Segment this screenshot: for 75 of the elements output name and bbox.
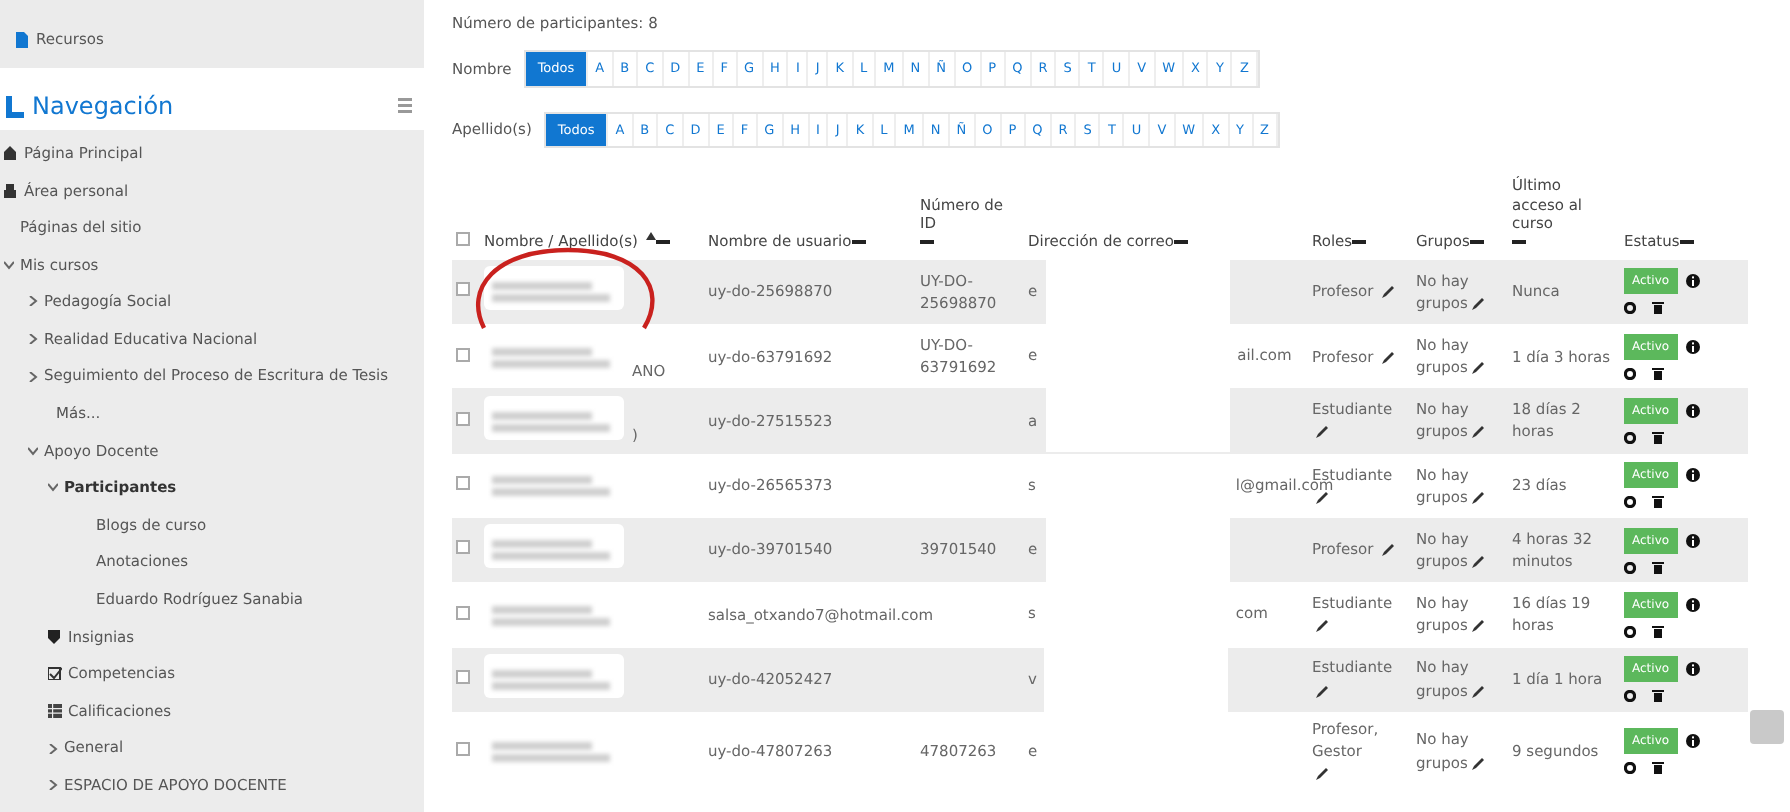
redaction-block — [484, 266, 624, 311]
chevron-icon[interactable] — [28, 445, 38, 456]
grid-icon — [48, 703, 62, 718]
info-icon[interactable] — [1685, 734, 1700, 749]
pencil-icon[interactable] — [1316, 426, 1328, 439]
trash-icon[interactable] — [1652, 690, 1664, 703]
collapse-icon[interactable] — [1469, 240, 1484, 245]
pencil-icon[interactable] — [1381, 286, 1394, 299]
pencil-icon[interactable] — [1471, 685, 1484, 698]
checkbox[interactable] — [456, 282, 470, 297]
info-icon[interactable] — [1685, 533, 1700, 548]
trash-icon[interactable] — [1652, 367, 1664, 380]
navigation-icon — [6, 95, 24, 118]
chevron-icon[interactable] — [28, 296, 38, 307]
trash-icon[interactable] — [1652, 625, 1664, 638]
checkbox[interactable] — [456, 605, 470, 620]
chevron-icon[interactable] — [28, 371, 38, 382]
trash-icon[interactable] — [1652, 431, 1664, 444]
pencil-icon[interactable] — [1316, 768, 1328, 781]
collapse-icon[interactable] — [851, 240, 866, 245]
pencil-icon[interactable] — [1381, 351, 1394, 363]
pencil-icon[interactable] — [1471, 620, 1484, 633]
info-icon[interactable] — [1685, 662, 1700, 677]
chevron-icon[interactable] — [48, 743, 58, 754]
checkbox[interactable] — [456, 411, 470, 426]
info-icon[interactable] — [1685, 597, 1700, 612]
trash-icon[interactable] — [1652, 561, 1664, 574]
pencil-icon[interactable] — [1471, 757, 1484, 770]
gear-icon[interactable] — [1624, 496, 1636, 509]
info-icon[interactable] — [1685, 403, 1700, 418]
pencil-icon[interactable] — [1471, 297, 1484, 310]
gear-icon[interactable] — [1624, 431, 1636, 444]
pencil-icon[interactable] — [1316, 491, 1328, 504]
checkbox-icon — [48, 666, 62, 681]
pencil-icon[interactable] — [1316, 685, 1328, 698]
gear-icon[interactable] — [1624, 690, 1636, 703]
pencil-icon[interactable] — [1471, 556, 1484, 569]
collapse-icon[interactable] — [1679, 240, 1694, 245]
pencil-icon[interactable] — [1471, 362, 1484, 375]
info-icon[interactable] — [1685, 274, 1700, 289]
pencil-icon[interactable] — [1316, 620, 1328, 633]
trash-icon[interactable] — [1652, 302, 1664, 315]
collapse-icon[interactable] — [655, 240, 670, 245]
info-icon[interactable] — [1685, 468, 1700, 483]
collapse-icon[interactable] — [1512, 240, 1526, 245]
trash-icon[interactable] — [1652, 496, 1664, 509]
pencil-icon[interactable] — [1471, 491, 1484, 504]
checkbox[interactable] — [456, 232, 470, 247]
chevron-icon[interactable] — [48, 482, 58, 493]
collapse-icon[interactable] — [1174, 240, 1188, 245]
pencil-icon[interactable] — [1471, 426, 1484, 439]
checkbox[interactable] — [456, 742, 470, 757]
gear-icon[interactable] — [1624, 302, 1636, 315]
collapse-icon[interactable] — [920, 240, 934, 245]
chevron-icon[interactable] — [48, 780, 58, 791]
checkbox[interactable] — [456, 347, 470, 362]
chevron-icon[interactable] — [4, 259, 14, 270]
gear-icon[interactable] — [1624, 561, 1636, 574]
resource-icon — [16, 31, 28, 48]
gear-icon[interactable] — [1624, 625, 1636, 638]
block-title: Navegación — [32, 90, 174, 125]
trash-icon[interactable] — [1652, 762, 1664, 775]
menu-icon[interactable] — [398, 98, 412, 115]
gear-icon[interactable] — [1624, 367, 1636, 380]
shield-icon — [48, 629, 62, 644]
dashboard-icon — [4, 183, 18, 198]
checkbox[interactable] — [456, 476, 470, 491]
checkbox[interactable] — [456, 540, 470, 555]
collapse-icon[interactable] — [1352, 240, 1367, 245]
chevron-icon[interactable] — [28, 334, 38, 345]
home-icon — [4, 146, 18, 161]
info-icon[interactable] — [1685, 339, 1700, 354]
checkbox[interactable] — [456, 670, 470, 685]
gear-icon[interactable] — [1624, 762, 1636, 775]
pencil-icon[interactable] — [1381, 544, 1394, 557]
